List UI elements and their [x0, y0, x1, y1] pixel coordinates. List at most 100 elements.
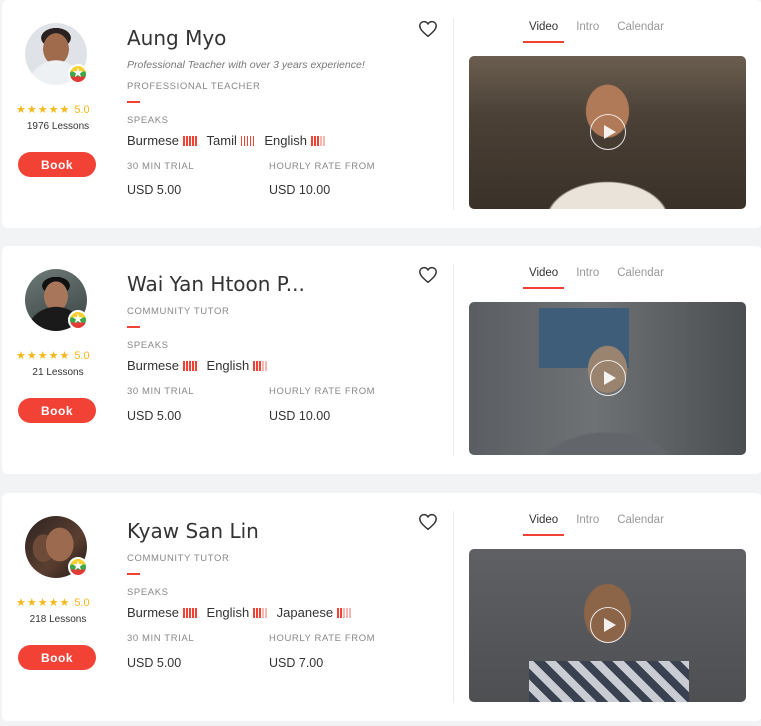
- language-item: Burmese: [127, 358, 197, 373]
- heart-outline-icon[interactable]: [418, 266, 438, 284]
- language-item: English: [264, 133, 325, 148]
- tutor-tagline: Professional Teacher with over 3 years e…: [127, 59, 365, 71]
- level-bar: [243, 135, 246, 146]
- level-bar: [249, 135, 252, 146]
- intro-video[interactable]: [469, 302, 746, 455]
- level-bar: [195, 607, 197, 618]
- book-button[interactable]: Book: [18, 398, 96, 423]
- language-list: Burmese English Japanese: [127, 605, 351, 620]
- trial-label: 30 MIN TRIAL: [127, 161, 195, 172]
- language-item: English: [207, 358, 267, 373]
- tutor-role: COMMUNITY TUTOR: [127, 553, 230, 564]
- level-bar: [256, 360, 258, 371]
- level-bar: [192, 360, 194, 371]
- rate-label: HOURLY RATE FROM: [269, 161, 376, 172]
- play-icon[interactable]: [590, 607, 626, 643]
- language-item: English: [207, 605, 267, 620]
- card-divider: [453, 511, 454, 703]
- level-bar: [189, 360, 191, 371]
- play-icon[interactable]: [590, 114, 626, 150]
- level-bar: [262, 607, 264, 618]
- country-flag-icon: ★: [68, 64, 88, 84]
- tab-video[interactable]: Video: [523, 267, 565, 289]
- level-bar: [317, 135, 319, 146]
- intro-video[interactable]: [469, 56, 746, 209]
- tutor-card: ★ ★★★★★ 5.0 218 Lessons Book Kyaw San Li…: [2, 493, 761, 721]
- hourly-rate: USD 7.00: [269, 656, 324, 670]
- play-icon[interactable]: [590, 360, 626, 396]
- media-tabs: Video Intro Calendar: [523, 514, 682, 536]
- language-level-icon: [311, 135, 325, 146]
- tab-calendar[interactable]: Calendar: [617, 267, 664, 289]
- media-tabs: Video Intro Calendar: [523, 21, 682, 43]
- level-bar: [311, 135, 313, 146]
- level-bar: [183, 360, 185, 371]
- hourly-rate: USD 10.00: [269, 183, 331, 197]
- level-bar: [183, 135, 185, 146]
- speaks-label: SPEAKS: [127, 587, 169, 598]
- media-tabs: Video Intro Calendar: [523, 267, 682, 289]
- tab-intro[interactable]: Intro: [576, 21, 599, 43]
- lesson-count: 1976 Lessons: [26, 121, 90, 132]
- star-rating-icon: ★★★★★: [16, 103, 71, 116]
- tab-calendar[interactable]: Calendar: [617, 21, 664, 43]
- lesson-count: 21 Lessons: [32, 367, 84, 378]
- level-bar: [253, 360, 255, 371]
- language-level-icon: [253, 360, 267, 371]
- tutor-name[interactable]: Aung Myo: [127, 26, 226, 50]
- level-bar: [240, 135, 243, 146]
- language-item: Tamil: [207, 133, 255, 148]
- tutor-role: PROFESSIONAL TEACHER: [127, 81, 261, 92]
- card-divider: [453, 18, 454, 210]
- level-bar: [259, 607, 261, 618]
- language-level-icon: [183, 360, 197, 371]
- language-level-icon: [183, 135, 197, 146]
- book-button[interactable]: Book: [18, 152, 96, 177]
- role-underline: [127, 573, 140, 575]
- heart-outline-icon[interactable]: [418, 20, 438, 38]
- level-bar: [192, 135, 194, 146]
- level-bar: [192, 607, 194, 618]
- role-underline: [127, 326, 140, 328]
- level-bar: [320, 135, 322, 146]
- tab-intro[interactable]: Intro: [576, 267, 599, 289]
- level-bar: [323, 135, 325, 146]
- level-bar: [337, 607, 339, 618]
- tab-video[interactable]: Video: [523, 514, 565, 536]
- level-bar: [314, 135, 316, 146]
- tab-intro[interactable]: Intro: [576, 514, 599, 536]
- language-level-icon: [183, 607, 197, 618]
- level-bar: [186, 135, 188, 146]
- rating-score: 5.0: [74, 103, 90, 116]
- rating-score: 5.0: [74, 349, 90, 362]
- level-bar: [253, 607, 255, 618]
- level-bar: [183, 607, 185, 618]
- level-bar: [186, 360, 188, 371]
- language-level-icon: [240, 135, 255, 146]
- rating: ★★★★★ 5.0: [16, 103, 106, 116]
- rating-score: 5.0: [74, 596, 90, 609]
- level-bar: [246, 135, 249, 146]
- star-rating-icon: ★★★★★: [16, 349, 71, 362]
- language-item: Japanese: [277, 605, 351, 620]
- heart-outline-icon[interactable]: [418, 513, 438, 531]
- tab-video[interactable]: Video: [523, 21, 565, 43]
- level-bar: [340, 607, 342, 618]
- level-bar: [189, 607, 191, 618]
- trial-price: USD 5.00: [127, 183, 182, 197]
- tutor-name[interactable]: Kyaw San Lin: [127, 519, 259, 543]
- trial-label: 30 MIN TRIAL: [127, 386, 195, 397]
- tutor-name[interactable]: Wai Yan Htoon P...: [127, 272, 305, 296]
- trial-label: 30 MIN TRIAL: [127, 633, 195, 644]
- intro-video[interactable]: [469, 549, 746, 702]
- level-bar: [189, 135, 191, 146]
- country-flag-icon: ★: [68, 310, 88, 330]
- tab-calendar[interactable]: Calendar: [617, 514, 664, 536]
- language-list: Burmese Tamil English: [127, 133, 325, 148]
- role-underline: [127, 101, 140, 103]
- level-bar: [343, 607, 345, 618]
- book-button[interactable]: Book: [18, 645, 96, 670]
- star-rating-icon: ★★★★★: [16, 596, 71, 609]
- card-divider: [453, 264, 454, 456]
- speaks-label: SPEAKS: [127, 340, 169, 351]
